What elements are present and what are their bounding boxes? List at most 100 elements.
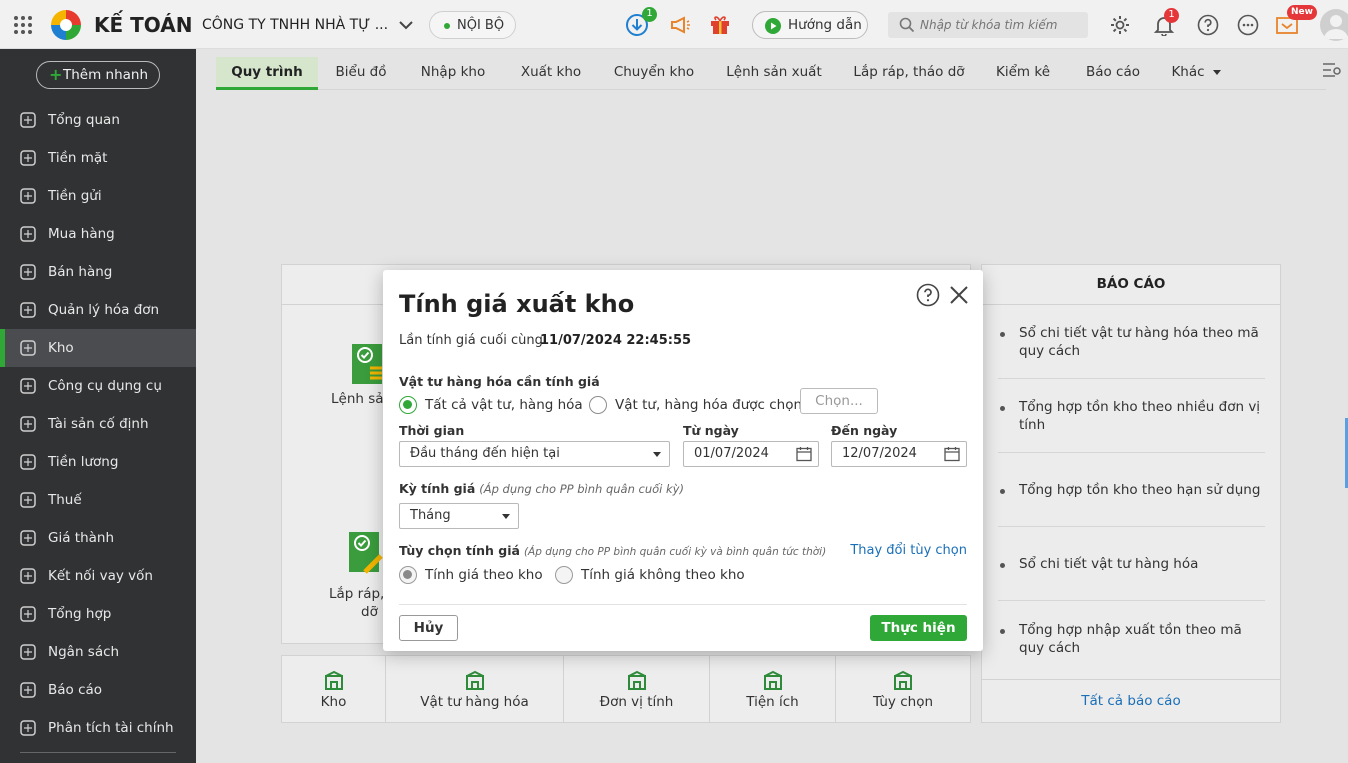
assembly-label-2: dỡ — [361, 604, 378, 620]
to-date-input[interactable]: 12/07/2024 — [831, 441, 967, 467]
tab-label: Báo cáo — [1085, 64, 1141, 80]
sidebar-item[interactable]: Giá thành — [0, 519, 196, 557]
sidebar-item[interactable]: Mua hàng — [0, 215, 196, 253]
report-divider — [998, 452, 1265, 453]
sidebar-item[interactable]: Công cụ dụng cụ — [0, 367, 196, 405]
sidebar-item[interactable]: Quản lý hóa đơn — [0, 291, 196, 329]
report-item[interactable]: Tổng hợp tồn kho theo nhiều đơn vị tính — [1000, 398, 1265, 438]
close-icon[interactable] — [947, 283, 971, 307]
radio-not-by-warehouse[interactable] — [555, 566, 573, 584]
tab[interactable]: Biểu đồ — [318, 57, 404, 90]
bullet-icon — [1000, 406, 1005, 411]
sidebar-item[interactable]: Kho — [0, 329, 196, 367]
tab[interactable]: Khác — [1158, 57, 1234, 90]
tab[interactable]: Lắp ráp, tháo dỡ — [840, 57, 978, 90]
help-icon[interactable] — [1196, 13, 1220, 37]
tab[interactable]: Kiểm kê — [978, 57, 1068, 90]
sidebar-item[interactable]: Kết nối vay vốn — [0, 557, 196, 595]
choose-button[interactable]: Chọn... — [800, 388, 878, 414]
warehouse-icon — [323, 670, 345, 692]
sidebar-item[interactable]: Thuế — [0, 481, 196, 519]
report-item[interactable]: Tổng hợp tồn kho theo hạn sử dụng — [1000, 481, 1265, 521]
tab[interactable]: Quy trình — [216, 57, 318, 90]
company-name[interactable]: CÔNG TY TNHH NHÀ TỰ ... — [202, 17, 388, 33]
view-settings-icon[interactable] — [1322, 61, 1344, 81]
sidebar-item[interactable]: Phân tích tài chính — [0, 709, 196, 747]
sidebar-item-label: Giá thành — [48, 530, 115, 546]
guide-button[interactable]: Hướng dẫn — [752, 11, 868, 39]
warehouse-icon — [18, 338, 38, 358]
assembly-icon[interactable] — [349, 532, 383, 576]
radio-selected-items[interactable] — [589, 396, 607, 414]
report-item[interactable]: Sổ chi tiết vật tư hàng hóa — [1000, 555, 1265, 595]
tab-label: Lệnh sản xuất — [726, 64, 822, 80]
tool-item[interactable]: Đơn vị tính — [564, 656, 710, 722]
sidebar-item[interactable]: Tổng quan — [0, 101, 196, 139]
cost-calculation-dialog: Tính giá xuất kho Lần tính giá cuối cùng… — [383, 270, 983, 651]
module-tabs: Quy trình Biểu đồ Nhập kho Xuất kho Chuyển k… — [216, 57, 1326, 90]
tool-item[interactable]: Tùy chọn — [836, 656, 970, 722]
apps-grid-icon[interactable] — [12, 14, 34, 36]
settings-icon — [892, 670, 914, 692]
car-icon — [18, 414, 38, 434]
sidebar-item[interactable]: Báo cáo — [0, 671, 196, 709]
chevron-down-icon[interactable] — [396, 16, 416, 34]
more-icon[interactable] — [1236, 13, 1260, 37]
app-logo-icon[interactable] — [50, 9, 82, 41]
cancel-button[interactable]: Hủy — [399, 615, 458, 641]
sidebar-item-label: Tổng quan — [48, 112, 120, 128]
report-divider — [998, 378, 1265, 379]
sidebar-item-label: Phân tích tài chính — [48, 720, 174, 736]
tab[interactable]: Xuất kho — [502, 57, 600, 90]
period-label: Thời gian — [399, 423, 465, 438]
sidebar-item[interactable]: Tiền gửi — [0, 177, 196, 215]
sidebar-item[interactable]: Tài sản cố định — [0, 405, 196, 443]
sidebar-item[interactable]: Ngân sách — [0, 633, 196, 671]
scope-pill[interactable]: NỘI BỘ — [429, 11, 516, 39]
sidebar-item-label: Quản lý hóa đơn — [48, 302, 160, 318]
tool-item[interactable]: Vật tư hàng hóa — [386, 656, 564, 722]
tool-item[interactable]: Kho — [282, 656, 386, 722]
cycle-note: (Áp dụng cho PP bình quân cuối kỳ) — [479, 482, 684, 496]
tab[interactable]: Báo cáo — [1068, 57, 1158, 90]
sidebar: + Thêm nhanh Tổng quan Tiền mặt Tiền gửi Mu… — [0, 49, 196, 763]
report-item[interactable]: Tổng hợp nhập xuất tồn theo mã quy cách — [1000, 621, 1265, 661]
avatar[interactable] — [1320, 9, 1348, 41]
from-date-input[interactable]: 01/07/2024 — [683, 441, 819, 467]
change-option-link[interactable]: Thay đổi tùy chọn — [850, 543, 967, 558]
cycle-select[interactable]: Tháng — [399, 503, 519, 529]
search-input[interactable] — [920, 15, 1080, 35]
radio-by-warehouse[interactable] — [399, 566, 417, 584]
sidebar-item[interactable]: Bán hàng — [0, 253, 196, 291]
price-tag-icon — [18, 528, 38, 548]
execute-button[interactable]: Thực hiện — [870, 615, 967, 641]
tab[interactable]: Chuyển kho — [600, 57, 708, 90]
search-box[interactable] — [888, 12, 1088, 38]
dialog-title: Tính giá xuất kho — [399, 290, 635, 318]
dialog-help-icon[interactable] — [916, 283, 940, 307]
tab[interactable]: Lệnh sản xuất — [708, 57, 840, 90]
scope-label: NỘI BỘ — [457, 18, 505, 33]
radio-all-items[interactable] — [399, 396, 417, 414]
last-calc-value: 11/07/2024 22:45:55 — [540, 333, 692, 348]
sidebar-item[interactable]: Tổng hợp — [0, 595, 196, 633]
tab-label: Lắp ráp, tháo dỡ — [853, 64, 965, 80]
quick-add-button[interactable]: + Thêm nhanh — [36, 61, 160, 89]
calendar-icon[interactable] — [944, 446, 960, 462]
megaphone-icon[interactable] — [668, 13, 692, 37]
app-logo-text: KẾ TOÁN — [94, 13, 193, 37]
tab[interactable]: Nhập kho — [404, 57, 502, 90]
report-item[interactable]: Sổ chi tiết vật tư hàng hóa theo mã quy … — [1000, 324, 1265, 364]
production-order-icon[interactable] — [352, 342, 384, 386]
tool-item[interactable]: Tiện ích — [710, 656, 836, 722]
tax-icon — [18, 490, 38, 510]
cycle-label: Kỳ tính giá (Áp dụng cho PP bình quân cu… — [399, 481, 684, 496]
gear-icon[interactable] — [1108, 13, 1132, 37]
gift-icon[interactable] — [708, 12, 732, 36]
sidebar-item[interactable]: Tiền lương — [0, 443, 196, 481]
sidebar-item-label: Thuế — [48, 492, 82, 508]
sidebar-item[interactable]: Tiền mặt — [0, 139, 196, 177]
period-select[interactable]: Đầu tháng đến hiện tại — [399, 441, 670, 467]
calendar-icon[interactable] — [796, 446, 812, 462]
all-reports-link[interactable]: Tất cả báo cáo — [981, 693, 1281, 709]
